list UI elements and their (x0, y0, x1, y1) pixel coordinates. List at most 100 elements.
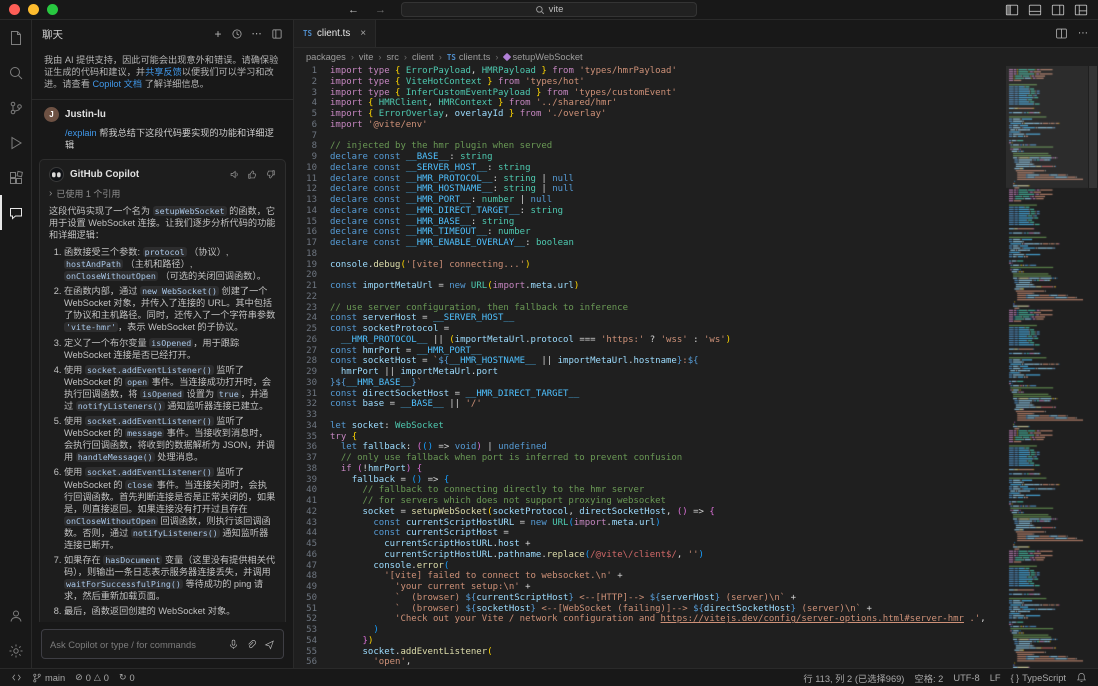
line-number[interactable]: 51 (294, 604, 330, 615)
code-line[interactable]: 42 socket = setupWebSocket(socketProtoco… (294, 507, 1006, 518)
code-line[interactable]: 19console.debug('[vite] connecting...') (294, 260, 1006, 271)
code-line[interactable]: 33 (294, 410, 1006, 421)
code-line[interactable]: 41 // for servers which does not support… (294, 496, 1006, 507)
close-window-button[interactable] (9, 4, 20, 15)
line-number[interactable]: 10 (294, 163, 330, 174)
code-line[interactable]: 4import { HMRClient, HMRContext } from '… (294, 98, 1006, 109)
line-number[interactable]: 5 (294, 109, 330, 120)
tab-client-ts[interactable]: TS client.ts × (294, 20, 376, 47)
thumbs-down-icon[interactable] (265, 169, 276, 180)
extensions-icon[interactable] (0, 160, 31, 195)
line-number[interactable]: 28 (294, 356, 330, 367)
line-number[interactable]: 17 (294, 238, 330, 249)
editor-more-actions-icon[interactable]: ⋯ (1078, 28, 1088, 39)
line-number[interactable]: 47 (294, 561, 330, 572)
notifications-bell[interactable] (1071, 672, 1092, 683)
code-line[interactable]: 30}${__HMR_BASE__}` (294, 378, 1006, 389)
line-number[interactable]: 50 (294, 593, 330, 604)
code-line[interactable]: 8// injected by the hmr plugin when serv… (294, 141, 1006, 152)
microphone-icon[interactable] (228, 639, 239, 650)
line-number[interactable]: 8 (294, 141, 330, 152)
sync-status[interactable]: ↻0 (114, 669, 140, 686)
line-number[interactable]: 52 (294, 614, 330, 625)
indentation-setting[interactable]: 空格: 2 (909, 671, 948, 685)
chat-icon[interactable] (0, 195, 31, 230)
code-line[interactable]: 24const serverHost = __SERVER_HOST__ (294, 313, 1006, 324)
navigate-forward-icon[interactable]: → (375, 4, 386, 16)
split-editor-icon[interactable] (1055, 27, 1068, 40)
eol-setting[interactable]: LF (985, 673, 1006, 683)
source-control-icon[interactable] (0, 90, 31, 125)
line-number[interactable]: 40 (294, 485, 330, 496)
link[interactable]: Copilot 文档 (93, 79, 143, 89)
line-number[interactable]: 35 (294, 432, 330, 443)
cursor-position[interactable]: 行 113, 列 2 (已选择969) (798, 671, 909, 685)
code-line[interactable]: 14declare const __HMR_DIRECT_TARGET__: s… (294, 206, 1006, 217)
code-line[interactable]: 50 ` (browser) ${currentScriptHost} <--[… (294, 593, 1006, 604)
line-number[interactable]: 33 (294, 410, 330, 421)
line-number[interactable]: 1 (294, 66, 330, 77)
link[interactable]: 共享反馈 (145, 67, 182, 77)
code-line[interactable]: 34let socket: WebSocket (294, 421, 1006, 432)
line-number[interactable]: 34 (294, 421, 330, 432)
problems-status[interactable]: ⊘0 △0 (70, 669, 114, 686)
code-line[interactable]: 46 currentScriptHostURL.pathname.replace… (294, 550, 1006, 561)
code-line[interactable]: 47 console.error( (294, 561, 1006, 572)
line-number[interactable]: 7 (294, 131, 330, 142)
code-line[interactable]: 1import type { ErrorPayload, HMRPayload … (294, 66, 1006, 77)
zoom-window-button[interactable] (47, 4, 58, 15)
encoding-setting[interactable]: UTF-8 (948, 673, 984, 683)
command-center-search[interactable]: vite (401, 2, 697, 17)
code-line[interactable]: 17declare const __HMR_ENABLE_OVERLAY__: … (294, 238, 1006, 249)
new-chat-icon[interactable]: + (214, 27, 221, 41)
line-number[interactable]: 26 (294, 335, 330, 346)
code-line[interactable]: 52 'Check out your Vite / network config… (294, 614, 1006, 625)
line-number[interactable]: 11 (294, 174, 330, 185)
code-line[interactable]: 20 (294, 270, 1006, 281)
chat-input[interactable]: Ask Copilot or type / for commands (41, 629, 284, 659)
line-number[interactable]: 29 (294, 367, 330, 378)
chat-message-list[interactable]: 我由 AI 提供支持，因此可能会出现意外和错误。请确保验证生成的代码和建议，并共… (32, 48, 293, 622)
toggle-primary-sidebar-icon[interactable] (1005, 3, 1019, 17)
breadcrumb-item[interactable]: client (412, 52, 434, 62)
code-line[interactable]: 10declare const __SERVER_HOST__: string (294, 163, 1006, 174)
line-number[interactable]: 14 (294, 206, 330, 217)
line-number[interactable]: 12 (294, 184, 330, 195)
close-tab-icon[interactable]: × (360, 28, 366, 39)
line-number[interactable]: 36 (294, 442, 330, 453)
line-number[interactable]: 3 (294, 88, 330, 99)
code-line[interactable]: 53 ) (294, 625, 1006, 636)
code-line[interactable]: 32const base = __BASE__ || '/' (294, 399, 1006, 410)
line-number[interactable]: 31 (294, 389, 330, 400)
code-line[interactable]: 49 'your current setup:\n' + (294, 582, 1006, 593)
breadcrumb-item[interactable]: vite (359, 52, 373, 62)
remote-indicator[interactable] (6, 669, 27, 686)
code-line[interactable]: 16declare const __HMR_TIMEOUT__: number (294, 227, 1006, 238)
search-icon[interactable] (0, 55, 31, 90)
code-line[interactable]: 3import type { InferCustomEventPayload }… (294, 88, 1006, 99)
line-number[interactable]: 25 (294, 324, 330, 335)
accounts-icon[interactable] (0, 598, 31, 633)
line-number[interactable]: 21 (294, 281, 330, 292)
code-line[interactable]: 35try { (294, 432, 1006, 443)
chat-history-icon[interactable] (231, 28, 243, 40)
code-line[interactable]: 23// use server configuration, then fall… (294, 303, 1006, 314)
send-icon[interactable] (264, 639, 275, 650)
line-number[interactable]: 23 (294, 303, 330, 314)
code-line[interactable]: 36 let fallback: (() => void) | undefine… (294, 442, 1006, 453)
line-number[interactable]: 41 (294, 496, 330, 507)
settings-gear-icon[interactable] (0, 633, 31, 668)
toggle-panel-icon[interactable] (1028, 3, 1042, 17)
code-line[interactable]: 28const socketHost = `${__HMR_HOSTNAME__… (294, 356, 1006, 367)
scrollbar-thumb[interactable] (1089, 66, 1097, 188)
code-line[interactable]: 5import { ErrorOverlay, overlayId } from… (294, 109, 1006, 120)
toggle-secondary-sidebar-icon[interactable] (1051, 3, 1065, 17)
breadcrumb-item[interactable]: setupWebSocket (504, 52, 583, 62)
code-line[interactable]: 56 'open', (294, 657, 1006, 668)
references-toggle[interactable]: › 已使用 1 个引用 (49, 188, 276, 200)
line-number[interactable]: 27 (294, 346, 330, 357)
code-line[interactable]: 6import '@vite/env' (294, 120, 1006, 131)
code-line[interactable]: 7 (294, 131, 1006, 142)
line-number[interactable]: 19 (294, 260, 330, 271)
code-line[interactable]: 55 socket.addEventListener( (294, 647, 1006, 658)
